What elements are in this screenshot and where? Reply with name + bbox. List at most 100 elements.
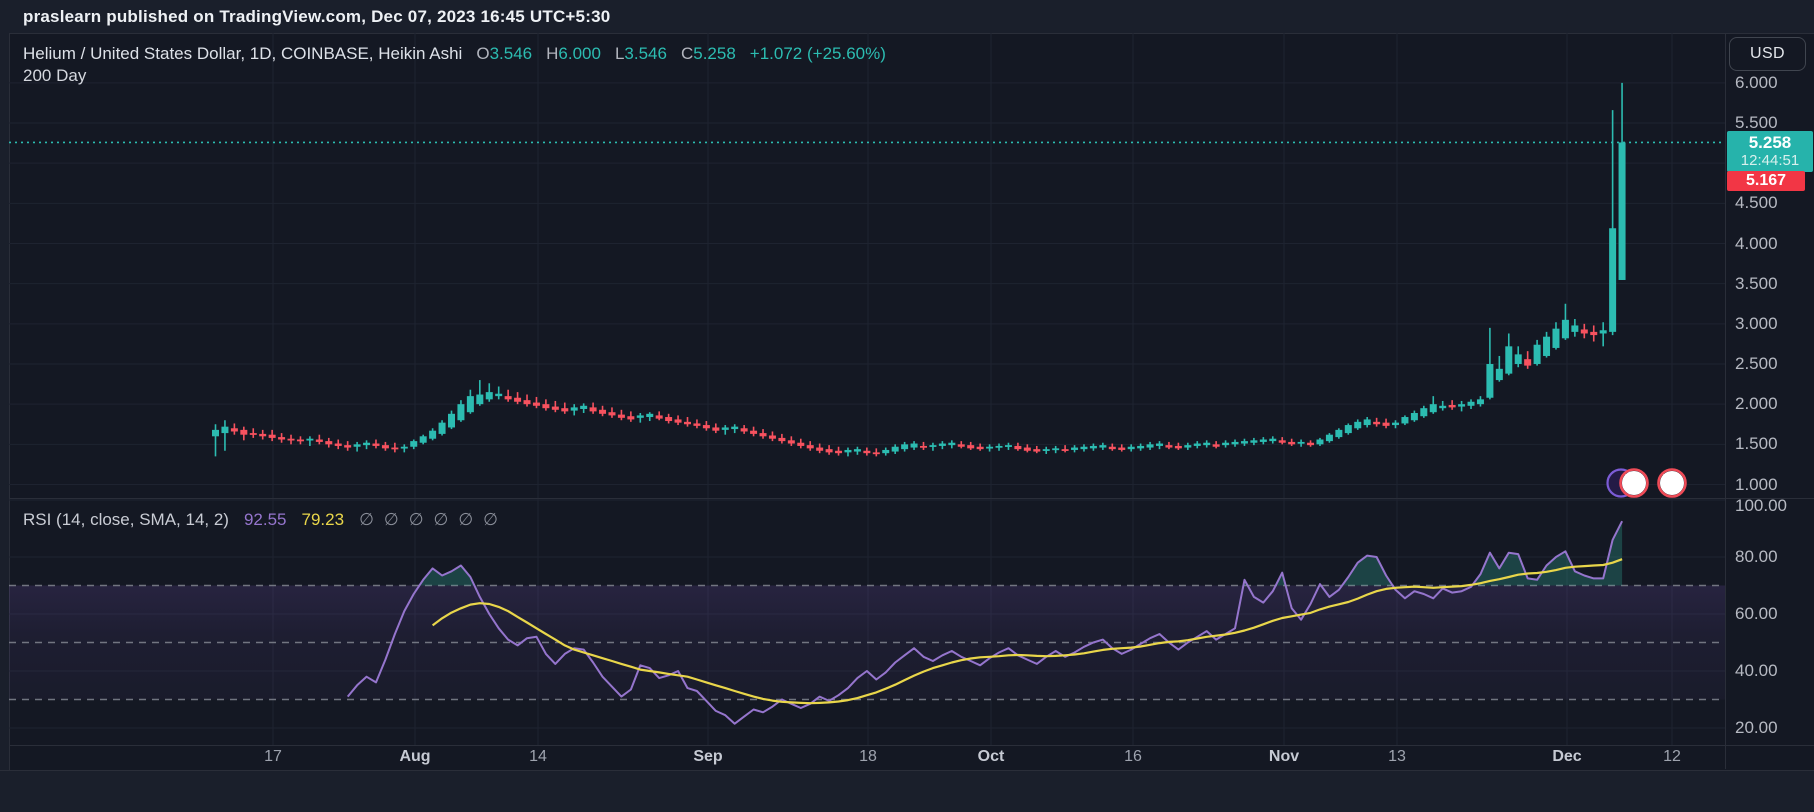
- candle-body[interactable]: [1496, 369, 1503, 380]
- candle-body[interactable]: [1279, 440, 1286, 442]
- candle-body[interactable]: [1118, 448, 1125, 450]
- candle-body[interactable]: [948, 443, 955, 445]
- candle-body[interactable]: [420, 436, 427, 442]
- candle-body[interactable]: [1581, 329, 1588, 333]
- candle-body[interactable]: [1335, 430, 1342, 437]
- chart-canvas[interactable]: [0, 0, 1814, 812]
- candle-body[interactable]: [1241, 441, 1248, 443]
- candle-body[interactable]: [769, 435, 776, 438]
- candle-body[interactable]: [627, 416, 634, 419]
- candle-body[interactable]: [354, 444, 361, 446]
- candle-body[interactable]: [259, 434, 266, 436]
- candle-body[interactable]: [1392, 423, 1399, 425]
- candle-body[interactable]: [1477, 399, 1484, 404]
- candle-body[interactable]: [1109, 447, 1116, 449]
- candle-body[interactable]: [1619, 142, 1626, 280]
- candle-body[interactable]: [1043, 449, 1050, 451]
- candle-body[interactable]: [1316, 440, 1323, 445]
- candle-body[interactable]: [1269, 439, 1276, 441]
- candle-body[interactable]: [448, 414, 455, 428]
- candle-body[interactable]: [599, 410, 606, 414]
- candle-body[interactable]: [778, 438, 785, 441]
- candle-body[interactable]: [1449, 405, 1456, 407]
- candle-body[interactable]: [703, 425, 710, 428]
- candle-body[interactable]: [1383, 423, 1390, 426]
- candle-body[interactable]: [1156, 444, 1163, 446]
- candle-body[interactable]: [1571, 325, 1578, 331]
- candle-body[interactable]: [1524, 359, 1531, 365]
- candle-body[interactable]: [1014, 446, 1021, 449]
- candle-body[interactable]: [1326, 435, 1333, 441]
- candle-body[interactable]: [505, 396, 512, 399]
- candle-body[interactable]: [996, 446, 1003, 448]
- candle-body[interactable]: [429, 431, 436, 439]
- candle-body[interactable]: [1147, 444, 1154, 447]
- candle-body[interactable]: [1373, 422, 1380, 424]
- candle-body[interactable]: [269, 435, 276, 438]
- candle-body[interactable]: [476, 395, 483, 405]
- candle-body[interactable]: [1232, 442, 1239, 444]
- candle-body[interactable]: [514, 398, 521, 402]
- candle-body[interactable]: [1165, 445, 1172, 447]
- candle-body[interactable]: [731, 427, 738, 429]
- candle-body[interactable]: [306, 439, 313, 441]
- candle-body[interactable]: [873, 452, 880, 454]
- candle-body[interactable]: [1590, 332, 1597, 335]
- candle-body[interactable]: [1458, 404, 1465, 406]
- candle-body[interactable]: [901, 444, 908, 449]
- candle-body[interactable]: [807, 445, 814, 448]
- candle-body[interactable]: [863, 451, 870, 453]
- candle-body[interactable]: [1213, 444, 1220, 446]
- candle-body[interactable]: [240, 430, 247, 435]
- candle-body[interactable]: [760, 433, 767, 436]
- candle-body[interactable]: [929, 445, 936, 447]
- candle-body[interactable]: [1486, 364, 1493, 398]
- candle-body[interactable]: [231, 428, 238, 431]
- candle-body[interactable]: [335, 444, 342, 446]
- candle-body[interactable]: [1600, 330, 1607, 333]
- candle-body[interactable]: [391, 448, 398, 450]
- candle-body[interactable]: [1411, 413, 1418, 420]
- candle-body[interactable]: [1090, 446, 1097, 448]
- candle-body[interactable]: [712, 427, 719, 430]
- candle-body[interactable]: [693, 423, 700, 425]
- candle-body[interactable]: [590, 407, 597, 411]
- candle-body[interactable]: [401, 447, 408, 449]
- candle-body[interactable]: [646, 414, 653, 417]
- candle-body[interactable]: [467, 396, 474, 412]
- candle-body[interactable]: [1024, 448, 1031, 451]
- candle-body[interactable]: [250, 433, 257, 435]
- candle-body[interactable]: [552, 407, 559, 410]
- candle-body[interactable]: [1080, 447, 1087, 449]
- candle-body[interactable]: [1364, 419, 1371, 425]
- candle-body[interactable]: [1128, 447, 1135, 449]
- candle-body[interactable]: [1515, 354, 1522, 364]
- candle-body[interactable]: [1534, 345, 1541, 364]
- candle-body[interactable]: [278, 437, 285, 439]
- candle-body[interactable]: [486, 392, 493, 399]
- candle-body[interactable]: [1288, 442, 1295, 444]
- candle-body[interactable]: [1062, 449, 1069, 451]
- candle-body[interactable]: [637, 415, 644, 417]
- currency-toggle-button[interactable]: USD: [1729, 37, 1806, 71]
- candle-body[interactable]: [665, 417, 672, 421]
- candle-body[interactable]: [911, 444, 918, 448]
- candle-body[interactable]: [1203, 443, 1210, 445]
- candle-body[interactable]: [297, 440, 304, 442]
- candle-body[interactable]: [722, 427, 729, 429]
- candle-body[interactable]: [1562, 320, 1569, 338]
- candle-body[interactable]: [750, 431, 757, 434]
- candle-body[interactable]: [316, 440, 323, 442]
- candle-body[interactable]: [939, 444, 946, 446]
- candle-body[interactable]: [1071, 448, 1078, 450]
- candle-body[interactable]: [1137, 446, 1144, 448]
- symbol-legend[interactable]: Helium / United States Dollar, 1D, COINB…: [23, 44, 886, 64]
- candle-body[interactable]: [1354, 422, 1361, 428]
- candle-body[interactable]: [561, 408, 568, 411]
- candle-body[interactable]: [788, 440, 795, 443]
- candle-body[interactable]: [977, 447, 984, 449]
- candle-body[interactable]: [580, 406, 587, 409]
- candle-body[interactable]: [1099, 445, 1106, 447]
- candle-body[interactable]: [1033, 449, 1040, 451]
- candle-body[interactable]: [656, 415, 663, 418]
